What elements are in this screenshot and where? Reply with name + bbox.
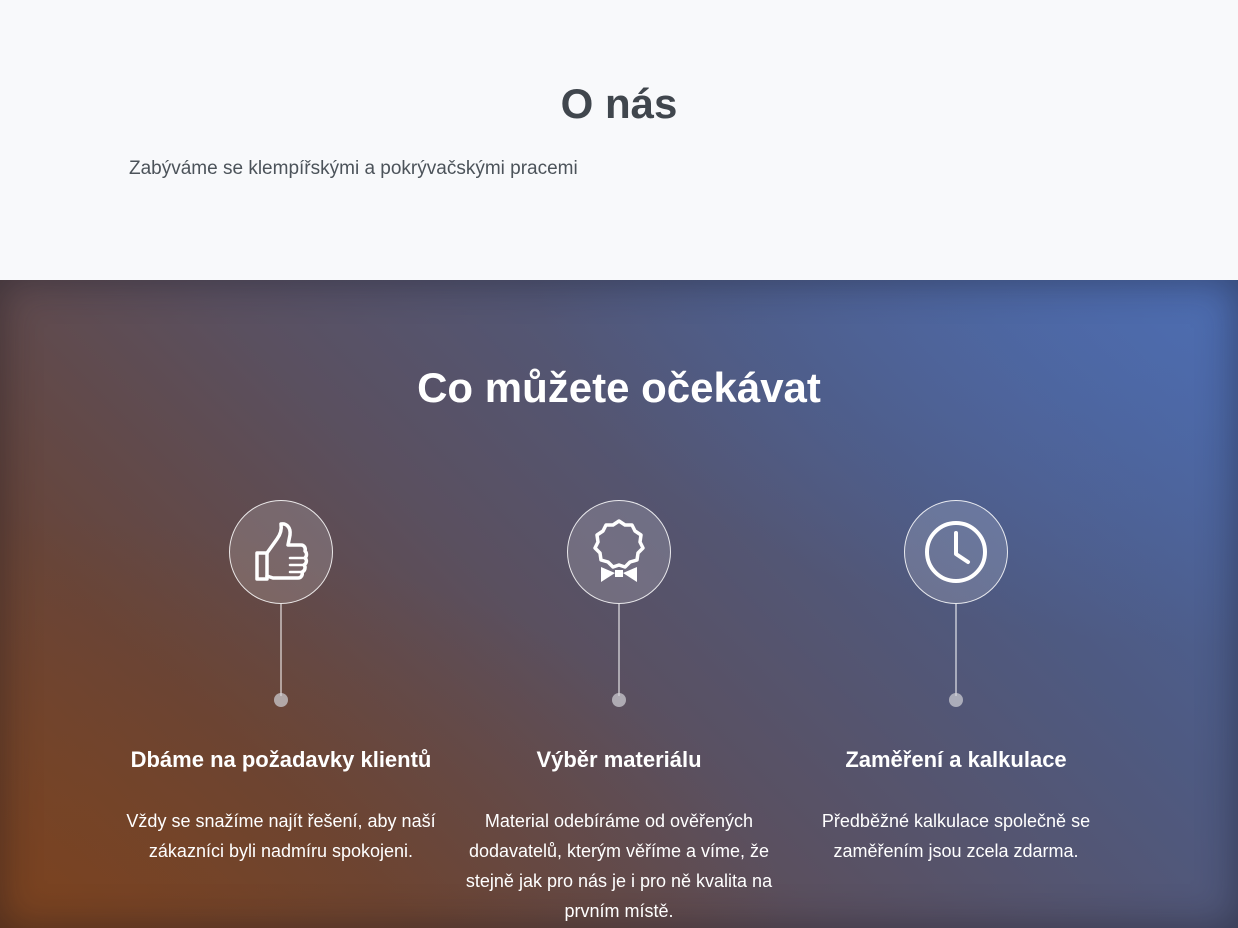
timeline-line <box>618 604 620 696</box>
features-section: Co můžete očekávat Dbáme na požadavky kl… <box>0 280 1238 928</box>
feature-icon-circle <box>904 500 1008 604</box>
feature-text: Vždy se snažíme najít řešení, aby naší z… <box>126 811 436 861</box>
feature-icon-circle <box>229 500 333 604</box>
timeline-dot <box>274 693 288 707</box>
features-title: Co můžete očekávat <box>417 364 821 411</box>
timeline-line <box>280 604 282 696</box>
feature-icon-circle <box>567 500 671 604</box>
about-section: O nás Zabýváme se klempířskými a pokrýva… <box>0 0 1238 280</box>
feature-text: Předběžné kalkulace společně se zaměření… <box>821 811 1091 861</box>
thumbs-up-icon <box>255 522 309 581</box>
clock-icon <box>925 521 987 583</box>
feature-title: Zaměření a kalkulace <box>845 747 1067 772</box>
timeline-line <box>955 604 957 696</box>
about-title: O nás <box>560 80 678 127</box>
timeline-dot <box>949 693 963 707</box>
feature-text: Material odebíráme od ověřených dodavate… <box>465 811 773 921</box>
about-text: Zabýváme se klempířskými a pokrývačskými… <box>129 158 578 179</box>
timeline-dot <box>612 693 626 707</box>
award-ribbon-icon <box>593 519 645 582</box>
feature-title: Dbáme na požadavky klientů <box>130 747 432 772</box>
feature-title: Výběr materiálu <box>536 747 702 772</box>
